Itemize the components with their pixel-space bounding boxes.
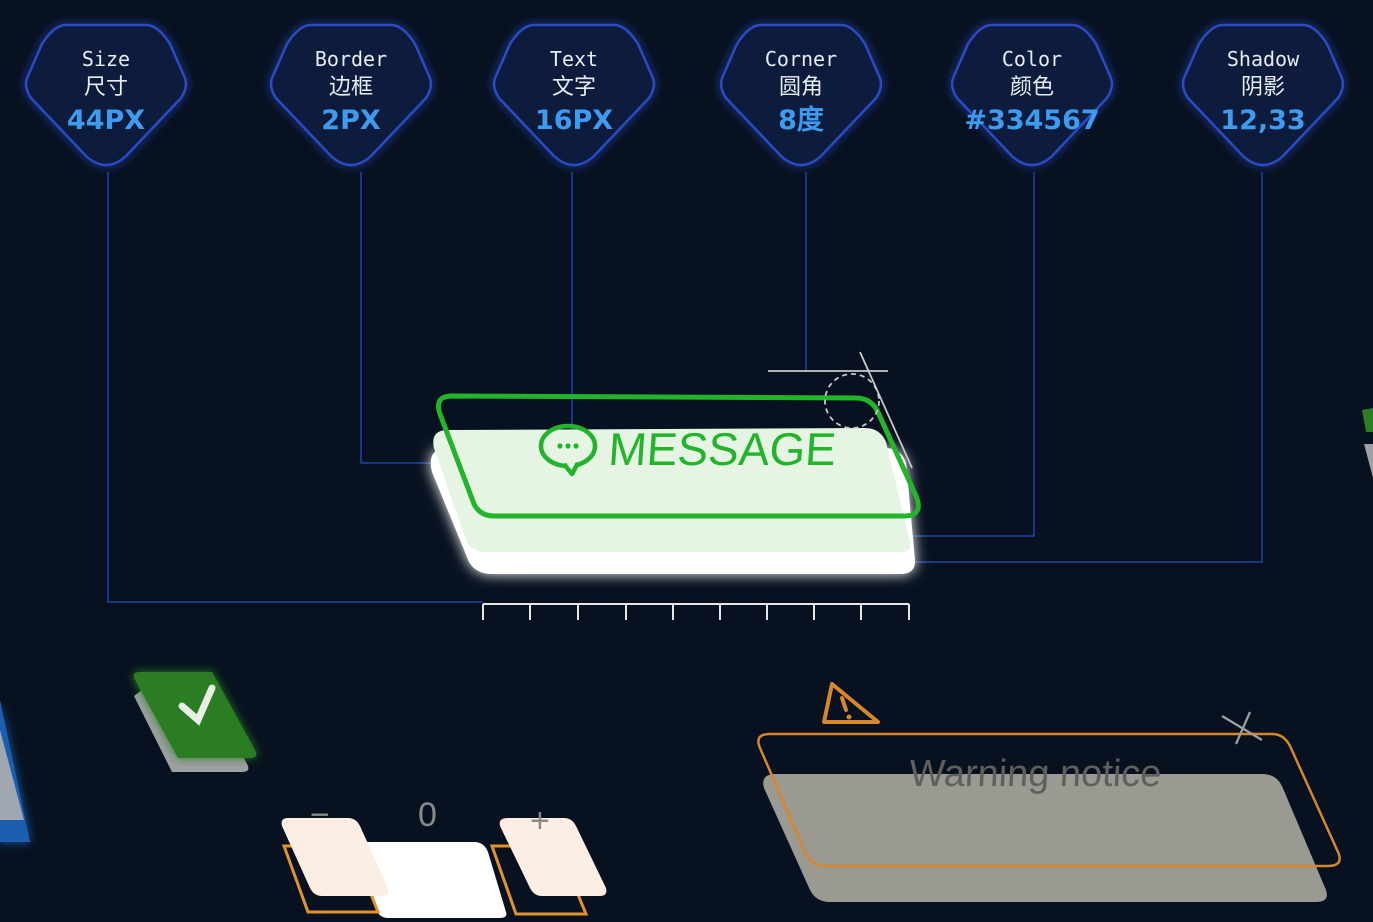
badge-border-value: 2PX [321, 105, 381, 136]
badge-text-title: Text [550, 47, 598, 71]
badge-border-sub: 边框 [329, 75, 373, 100]
badge-corner: Corner 圆角 8度 [719, 23, 883, 167]
badge-border-title: Border [315, 47, 387, 71]
badge-color: Color 颜色 #334567 [950, 23, 1114, 167]
badge-size: Size 尺寸 44PX [24, 23, 188, 167]
shadow-connector [914, 172, 1263, 563]
badge-shadow-sub: 阴影 [1241, 75, 1285, 100]
badge-border: Border 边框 2PX [269, 23, 433, 167]
stepper-decrement-label: − [310, 796, 330, 834]
badge-text: Text 文字 16PX [492, 23, 656, 167]
right-edge-panel [1362, 408, 1373, 478]
stepper-value: 0 [418, 796, 437, 834]
color-connector [910, 172, 1035, 537]
badge-shadow: Shadow 阴影 12,33 [1181, 23, 1345, 167]
stepper-increment-button[interactable]: + [489, 802, 607, 916]
warning-icon [822, 682, 880, 724]
border-connector [360, 172, 438, 464]
message-button[interactable]: MESSAGE [430, 351, 921, 574]
badge-size-value: 44PX [67, 105, 145, 136]
badge-color-sub: 颜色 [1010, 75, 1054, 100]
badge-color-title: Color [1002, 47, 1062, 71]
stepper[interactable]: − 0 + [281, 796, 607, 918]
badge-size-title: Size [82, 47, 130, 71]
close-icon[interactable] [1221, 711, 1263, 745]
badge-color-value: #334567 [964, 105, 1099, 136]
checkbox[interactable] [133, 672, 257, 772]
message-button-label: MESSAGE [607, 423, 838, 475]
badge-shadow-value: 12,33 [1220, 105, 1305, 136]
badge-size-sub: 尺寸 [84, 75, 128, 100]
badge-corner-value: 8度 [778, 104, 824, 136]
warning-notice[interactable]: Warning notice [757, 682, 1341, 902]
stepper-decrement-button[interactable]: − [281, 796, 389, 914]
badge-shadow-title: Shadow [1227, 47, 1300, 71]
left-edge-panel [0, 700, 30, 842]
badge-text-value: 16PX [535, 105, 613, 136]
size-connector [107, 172, 483, 603]
size-ruler [482, 603, 910, 620]
badge-corner-title: Corner [765, 47, 837, 71]
badge-text-sub: 文字 [552, 75, 596, 100]
warning-text: Warning notice [908, 753, 1162, 795]
spec-scene: Size 尺寸 44PX Border 边框 2PX Text 文字 16PX … [0, 23, 1373, 918]
stepper-increment-label: + [530, 802, 550, 840]
badge-corner-sub: 圆角 [779, 75, 823, 100]
